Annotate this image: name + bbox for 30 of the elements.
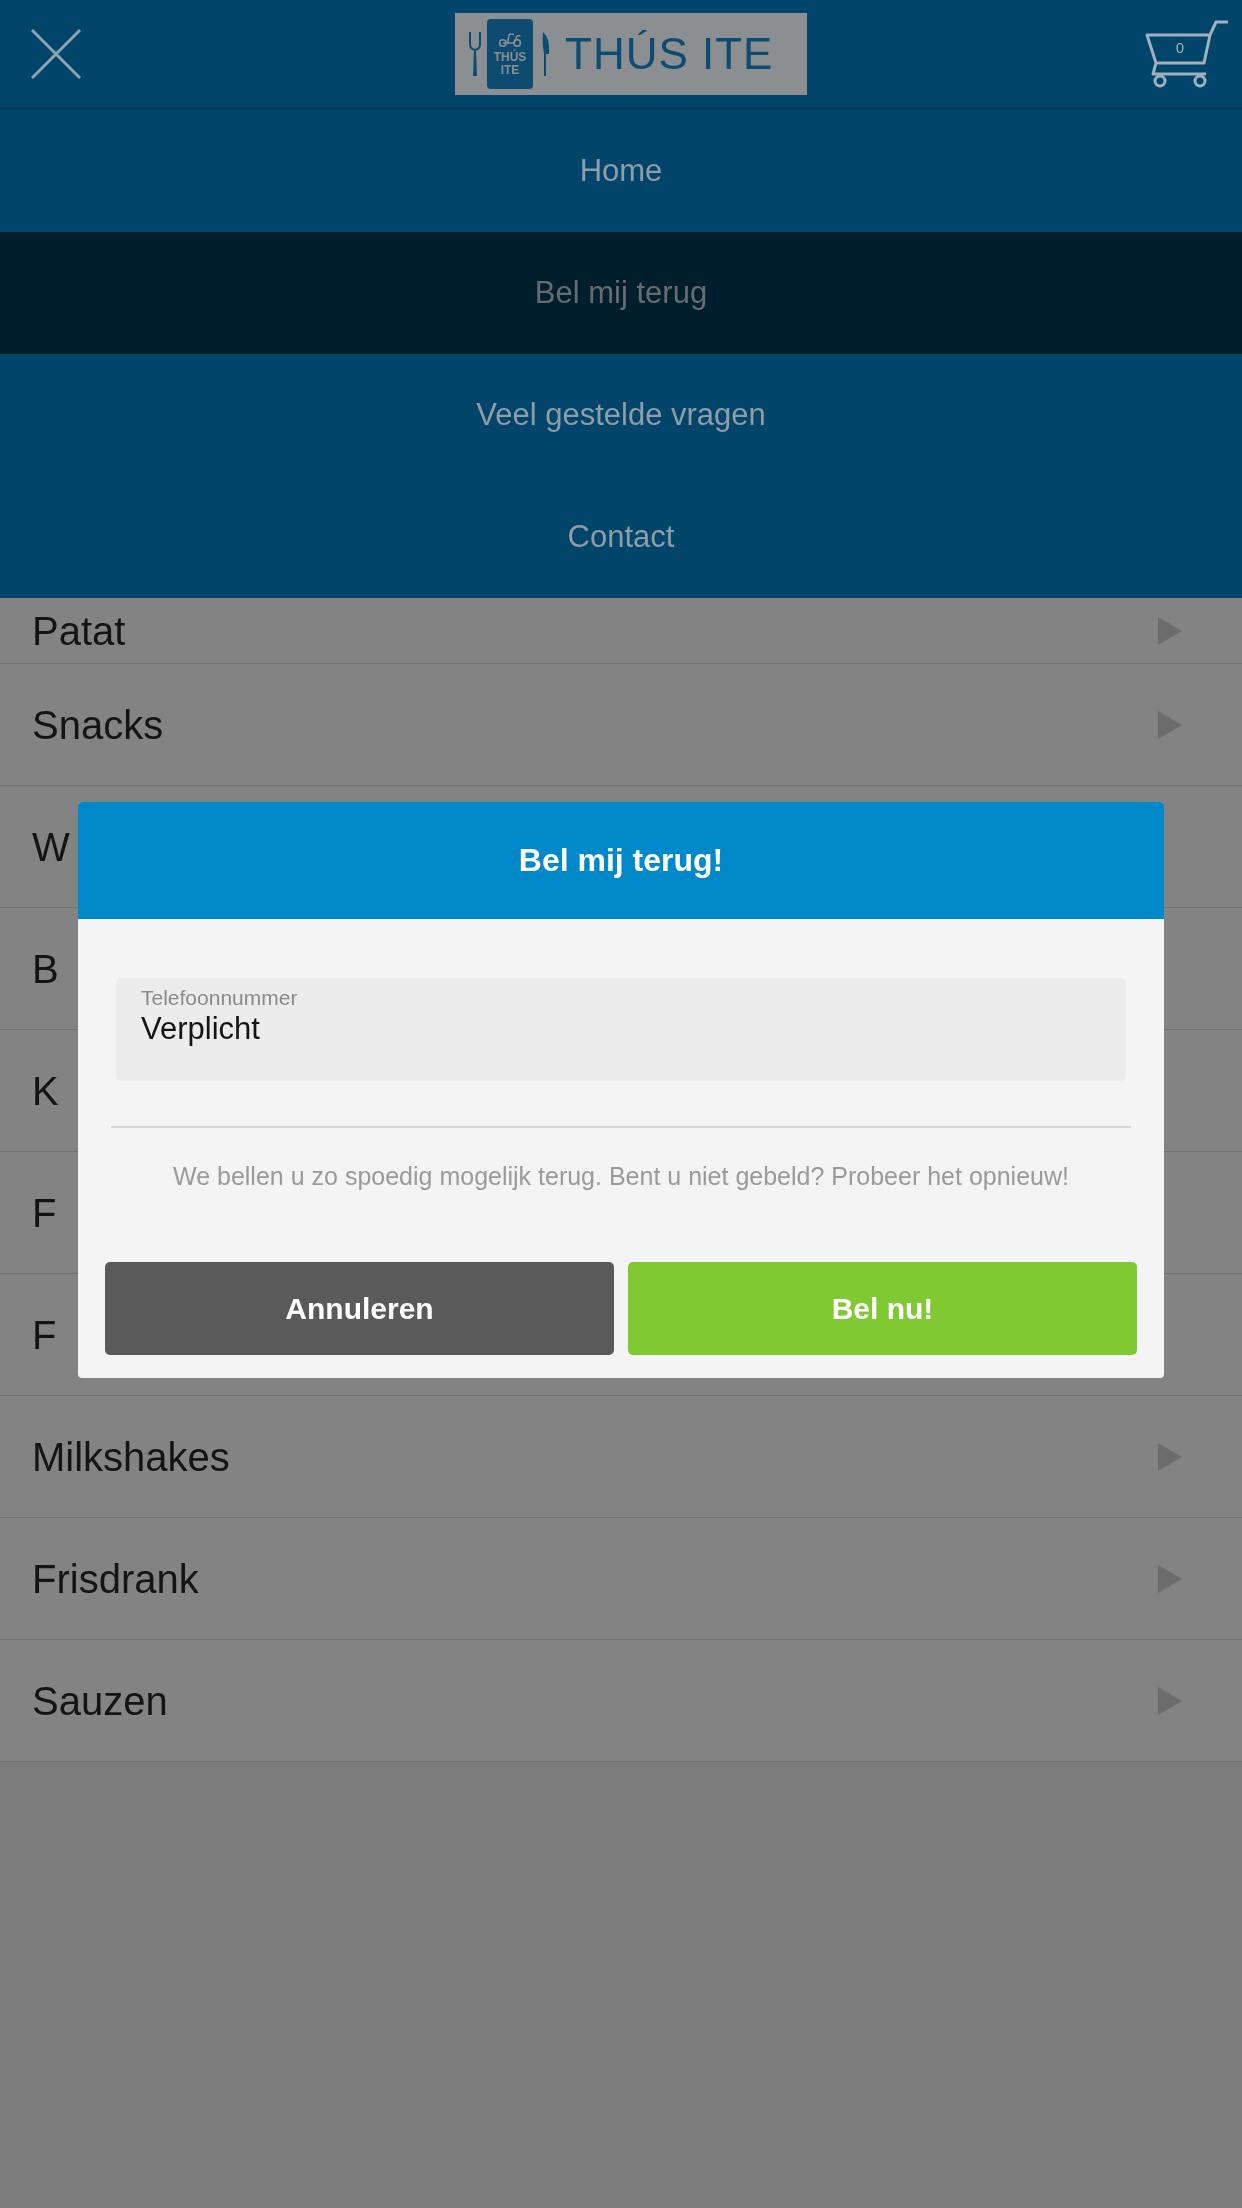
- category-label[interactable]: F: [32, 1310, 57, 1359]
- category-label[interactable]: Snacks: [32, 700, 164, 749]
- close-button[interactable]: [30, 27, 82, 80]
- menu-item[interactable]: Bel mij terug: [0, 232, 1242, 354]
- logo[interactable]: THÚS ITE THÚS ITE: [455, 12, 807, 95]
- close-icon: [30, 27, 82, 80]
- phone-field[interactable]: Telefoonnummer Verplicht: [116, 978, 1126, 1081]
- badge-text: THÚS: [493, 50, 527, 64]
- category-label[interactable]: F: [32, 1188, 57, 1237]
- category-label[interactable]: Patat: [32, 606, 126, 655]
- category-label[interactable]: Milkshakes: [32, 1432, 230, 1481]
- badge-text: ITE: [500, 63, 520, 77]
- dialog-message: We bellen u zo spoedig mogelijk terug. Bent u niet gebeld? Probeer het opnieuw!: [172, 1161, 1070, 1192]
- scooter-icon: [498, 30, 522, 47]
- category-label[interactable]: K: [32, 1066, 59, 1115]
- menu-item[interactable]: Veel gestelde vragen: [0, 354, 1242, 476]
- category-label[interactable]: Sauzen: [32, 1676, 168, 1725]
- category-label[interactable]: Frisdrank: [32, 1554, 199, 1603]
- logo-title: THÚS ITE: [565, 27, 774, 80]
- cancel-button[interactable]: Annuleren: [105, 1262, 614, 1355]
- cart-button[interactable]: 0: [1144, 18, 1230, 89]
- cart-icon: [1144, 18, 1230, 89]
- fork-icon: [469, 31, 481, 76]
- dialog-header: Bel mij terug!: [78, 802, 1164, 919]
- phone-input[interactable]: Verplicht: [141, 1010, 1101, 1048]
- field-label: Telefoonnummer: [141, 986, 298, 1010]
- menu-item[interactable]: Home: [0, 110, 1242, 232]
- menu-item[interactable]: Contact: [0, 476, 1242, 598]
- category-label[interactable]: W: [32, 822, 70, 871]
- category-label[interactable]: B: [32, 944, 59, 993]
